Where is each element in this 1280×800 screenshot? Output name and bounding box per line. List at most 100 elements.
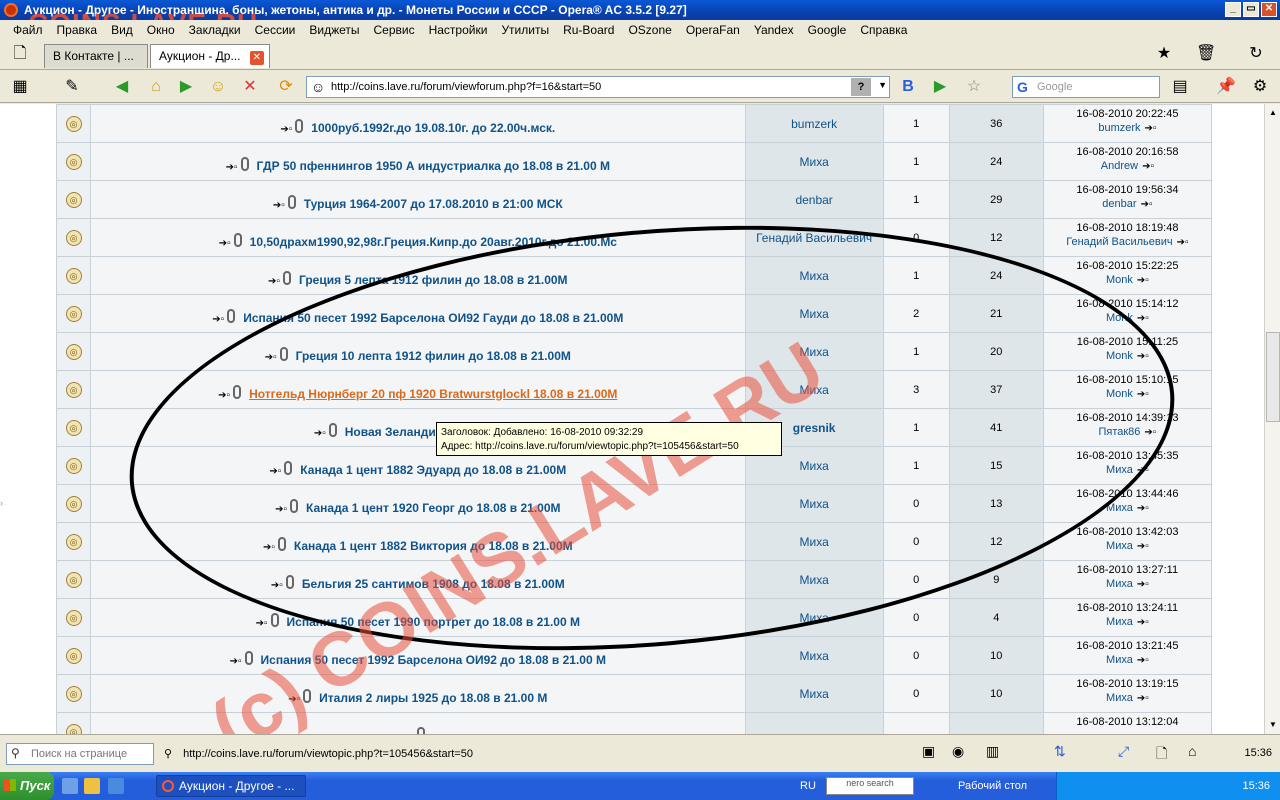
tab-auction[interactable]: Аукцион - Др... ✕ [150,44,270,68]
topic-author[interactable]: Миха [744,560,884,599]
go-to-last-post-icon[interactable]: ➔▫ [1144,427,1156,438]
desktop-toolbar[interactable]: Рабочий стол [958,780,1027,792]
topic-author[interactable]: Миха [744,636,884,675]
trash-icon[interactable]: 🗑 [1196,44,1216,64]
menu-file[interactable]: Файл [6,23,50,37]
find-in-page-input[interactable]: ⚲ Поиск на странице [6,743,154,765]
topic-author[interactable]: denbar [744,180,884,219]
blog-icon[interactable]: B [898,77,918,97]
topic-link[interactable]: Греция 5 лепта 1912 филин до 18.08 в 21.… [299,273,568,287]
forward-icon[interactable]: ▶ [176,77,196,97]
newest-post-icon[interactable]: ➔▫ [256,618,268,629]
newest-post-icon[interactable]: ➔▫ [271,580,283,591]
newest-post-icon[interactable]: ➔▫ [314,428,326,439]
speed-icon[interactable]: ◉ [952,743,964,765]
menu-google[interactable]: Google [801,23,854,37]
topic-link[interactable]: Испания 50 песет 1990 портрет до 18.08 в… [287,615,580,629]
page-content[interactable]: › ◎ ➔▫ 1000руб.1992г.до 19.08.10г. до 22.0… [0,104,1264,734]
topic-link[interactable]: 1000руб.1992г.до 19.08.10г. до 22.00ч.мс… [311,121,555,135]
go-to-last-post-icon[interactable]: ➔▫ [1137,541,1149,552]
menu-oszone[interactable]: OSzone [621,23,678,37]
topic-author[interactable]: Миха [744,332,884,371]
newest-post-icon[interactable]: ➔▫ [265,352,277,363]
go-to-last-post-icon[interactable]: ➔▫ [1137,313,1149,324]
go-to-last-post-icon[interactable]: ➔▫ [1141,199,1153,210]
tab-vkontakte[interactable]: В Контакте | ... [44,44,148,68]
settings-icon[interactable]: ⚙ [1250,77,1270,97]
menu-yandex[interactable]: Yandex [747,23,801,37]
media-icon[interactable] [84,778,100,794]
home-icon[interactable]: ⌂ [146,77,166,97]
last-post-user[interactable]: Миха [1106,540,1133,552]
newest-post-icon[interactable]: ➔▫ [288,694,300,705]
notes-icon[interactable]: ▤ [1170,77,1190,97]
last-post-user[interactable]: bumzerk [1098,122,1140,134]
last-post-user[interactable]: denbar [1102,198,1136,210]
menu-sessions[interactable]: Сессии [248,23,303,37]
last-post-user[interactable]: Миха [1106,502,1133,514]
last-post-user[interactable]: Monk [1106,388,1133,400]
last-post-user[interactable]: Миха [1106,578,1133,590]
sync-icon[interactable]: ⇅ [1054,743,1066,765]
menu-widgets[interactable]: Виджеты [302,23,366,37]
newest-post-icon[interactable]: ➔▫ [263,542,275,553]
newest-post-icon[interactable]: ➔▫ [226,162,238,173]
go-to-last-post-icon[interactable]: ➔▫ [1145,123,1157,134]
topic-author[interactable]: bumzerk [744,104,884,143]
newest-post-icon[interactable]: ➔▫ [218,390,230,401]
topic-link[interactable]: Испания 50 песет 1992 Барселона ОИ92 Гау… [243,311,623,325]
menu-operafan[interactable]: OperaFan [679,23,747,37]
desktop-icon[interactable] [62,778,78,794]
go-to-last-post-icon[interactable]: ➔▫ [1177,237,1189,248]
newest-post-icon[interactable]: ➔▫ [268,276,280,287]
newest-post-icon[interactable]: ➔▫ [280,124,292,135]
go-to-last-post-icon[interactable]: ➔▫ [1137,389,1149,400]
topic-author[interactable]: Миха [744,294,884,333]
topic-author[interactable]: Миха [744,370,884,409]
panels-icon[interactable]: ▦ [10,77,30,97]
vertical-scrollbar[interactable]: ▲ ▼ [1264,104,1280,734]
ie-icon[interactable] [108,778,124,794]
bookmark-icon[interactable]: ★ [1154,44,1174,64]
help-icon[interactable]: ? [851,78,871,96]
topic-link[interactable]: ГДР 50 пфеннингов 1950 А индустриалка до… [257,159,610,173]
last-post-user[interactable]: Пятак86 [1098,426,1140,438]
back-icon[interactable]: ◀ [112,77,132,97]
topic-link[interactable]: Канада 1 цент 1882 Эдуард до 18.08 в 21.… [300,463,566,477]
topic-author[interactable] [744,712,884,734]
topic-link[interactable]: 10,50драхм1990,92,98г.Греция.Кипр.до 20а… [250,235,617,249]
taskbar-opera-window[interactable]: Аукцион - Другое - ... [156,775,306,797]
widget-icon[interactable]: ▥ [986,743,999,765]
go-to-last-post-icon[interactable]: ➔▫ [1137,465,1149,476]
star-icon[interactable]: ☆ [964,77,984,97]
start-button[interactable]: Пуск [0,772,54,800]
newest-post-icon[interactable]: ➔▫ [273,200,285,211]
newest-post-icon[interactable]: ➔▫ [269,466,281,477]
last-post-user[interactable]: Генадий Васильевич [1066,236,1172,248]
menu-settings[interactable]: Настройки [422,23,495,37]
menu-edit[interactable]: Правка [50,23,105,37]
last-post-user[interactable]: Monk [1106,274,1133,286]
topic-author[interactable]: Генадий Васильевич [744,218,884,257]
menu-help[interactable]: Справка [853,23,914,37]
pen-icon[interactable]: ✎ [62,77,82,97]
go-to-last-post-icon[interactable]: ➔▫ [1142,161,1154,172]
menu-service[interactable]: Сервис [367,23,422,37]
last-post-user[interactable]: Миха [1106,616,1133,628]
topic-author[interactable]: Миха [744,598,884,637]
topic-link[interactable]: Канада 1 цент 1920 Георг до 18.08 в 21.0… [306,501,560,515]
nero-search-box[interactable]: nero search [826,777,914,795]
topic-author[interactable]: Миха [744,142,884,181]
chevron-down-icon[interactable]: ▼ [878,80,887,90]
maximize-button[interactable]: ▭ [1243,2,1259,17]
topic-link[interactable]: Греция 10 лепта 1912 филин до 18.08 в 21… [296,349,571,363]
tab-close-icon[interactable]: ✕ [249,51,264,65]
last-post-user[interactable]: Monk [1106,312,1133,324]
home-status-icon[interactable]: ⌂ [1188,743,1196,765]
topic-link[interactable]: Нотгельд Нюрнберг 20 пф 1920 Bratwurstgl… [249,387,617,401]
go-to-last-post-icon[interactable]: ➔▫ [1137,655,1149,666]
menu-window[interactable]: Окно [140,23,182,37]
newest-post-icon[interactable]: ➔▫ [275,504,287,515]
last-post-user[interactable]: Миха [1106,692,1133,704]
menu-view[interactable]: Вид [104,23,140,37]
